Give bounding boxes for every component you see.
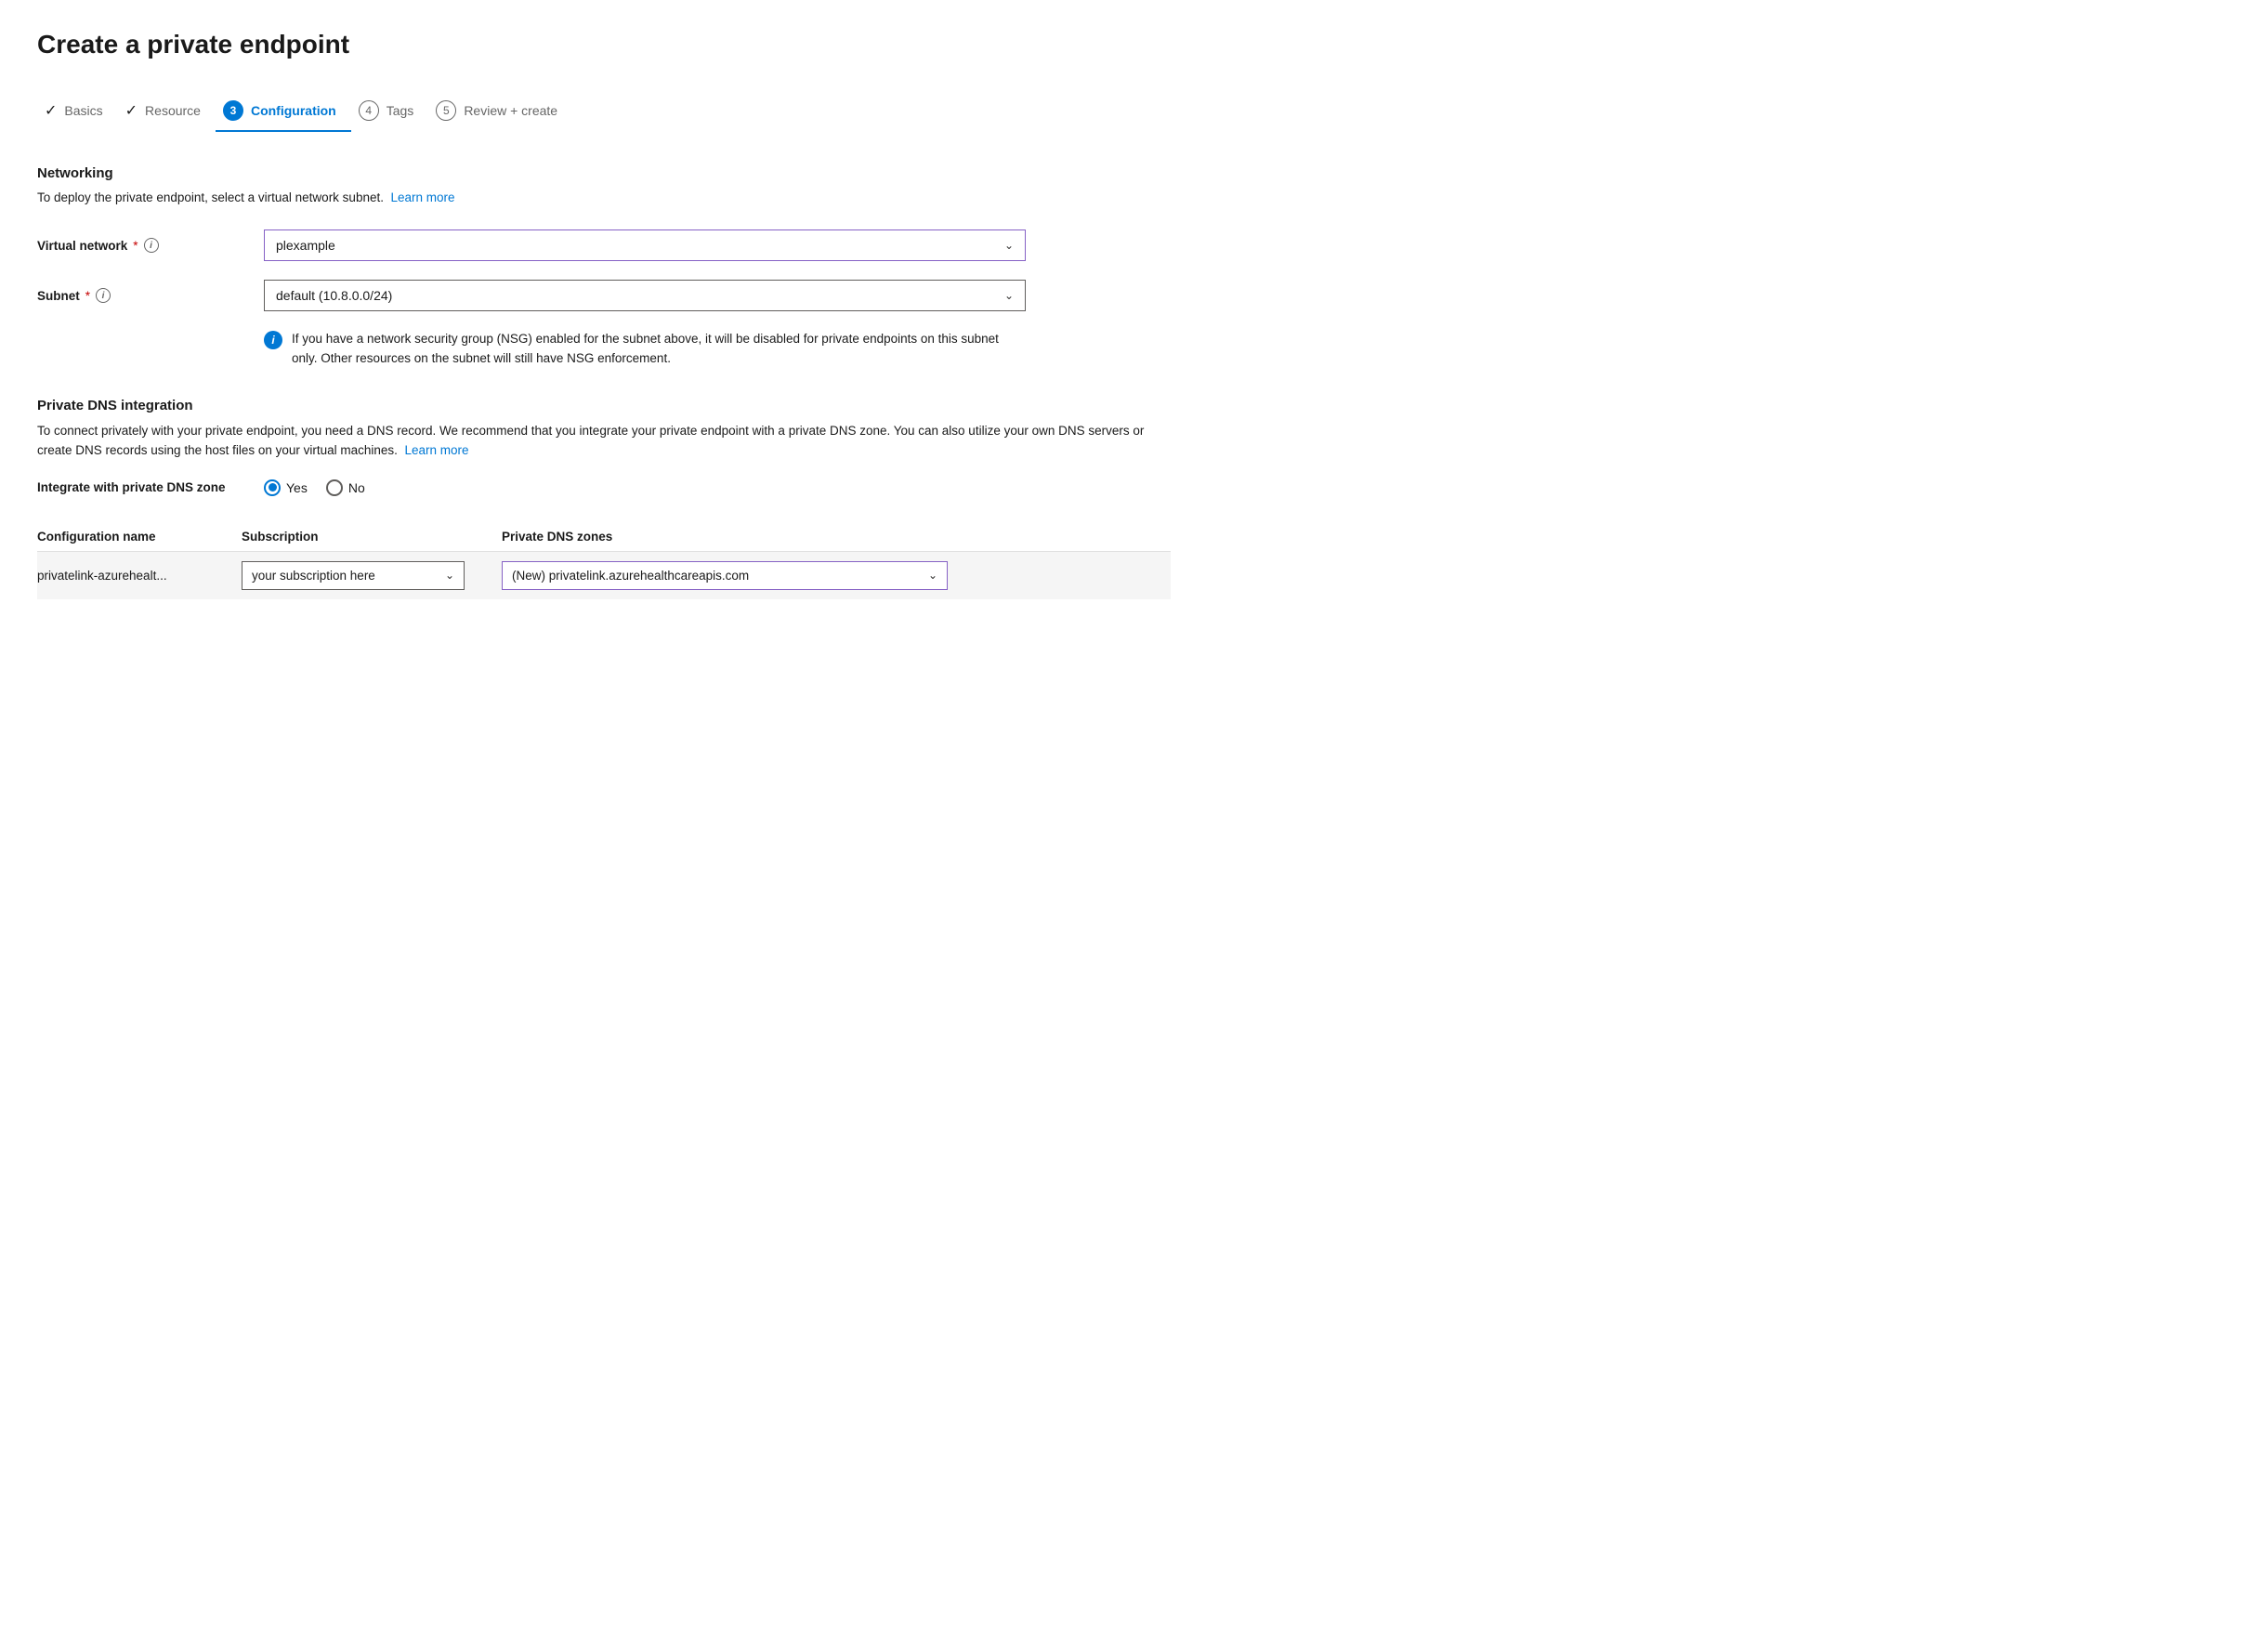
subscription-cell: your subscription here ⌄ [242, 551, 502, 599]
radio-yes-label: Yes [286, 480, 308, 495]
subnet-chevron-icon: ⌄ [1004, 289, 1014, 302]
subscription-value: your subscription here [252, 569, 375, 583]
dns-zone-value: (New) privatelink.azurehealthcareapis.co… [512, 569, 749, 583]
wizard-tabs: ✓ Basics ✓ Resource 3 Configuration 4 Ta… [37, 93, 1171, 132]
dns-section: Private DNS integration To connect priva… [37, 398, 1171, 599]
tab-basics-label: Basics [64, 103, 102, 118]
networking-description: To deploy the private endpoint, select a… [37, 189, 1171, 207]
tab-circle-5: 5 [436, 100, 456, 121]
tab-configuration[interactable]: 3 Configuration [216, 93, 351, 132]
tab-configuration-label: Configuration [251, 103, 336, 118]
dns-zone-dropdown[interactable]: (New) privatelink.azurehealthcareapis.co… [502, 561, 948, 590]
radio-no[interactable]: No [326, 479, 365, 496]
vnet-chevron-icon: ⌄ [1004, 239, 1014, 252]
dns-integrate-row: Integrate with private DNS zone Yes No [37, 479, 1171, 496]
nsg-info-icon: i [264, 331, 282, 349]
dns-table: Configuration name Subscription Private … [37, 522, 1171, 599]
nsg-notice-text: If you have a network security group (NS… [292, 330, 1026, 368]
virtual-network-row: Virtual network * i plexample ⌄ [37, 229, 1171, 261]
dns-section-title: Private DNS integration [37, 398, 1171, 413]
col-header-config-name: Configuration name [37, 522, 242, 552]
networking-section: Networking To deploy the private endpoin… [37, 165, 1171, 368]
tab-resource[interactable]: ✓ Resource [118, 94, 216, 131]
radio-no-outer [326, 479, 343, 496]
required-star-vnet: * [133, 239, 138, 253]
config-name-cell: privatelink-azurehealt... [37, 551, 242, 599]
integrate-dns-label: Integrate with private DNS zone [37, 480, 242, 494]
dns-learn-more[interactable]: Learn more [404, 443, 468, 457]
tab-review-label: Review + create [464, 103, 557, 118]
subscription-chevron-icon: ⌄ [445, 569, 454, 582]
dns-description: To connect privately with your private e… [37, 421, 1171, 461]
vnet-info-icon[interactable]: i [144, 238, 159, 253]
subnet-row: Subnet * i default (10.8.0.0/24) ⌄ [37, 280, 1171, 311]
tab-circle-4: 4 [359, 100, 379, 121]
networking-learn-more[interactable]: Learn more [391, 190, 455, 204]
virtual-network-dropdown[interactable]: plexample ⌄ [264, 229, 1026, 261]
col-header-dns-zones: Private DNS zones [502, 522, 1171, 552]
tab-circle-3: 3 [223, 100, 243, 121]
subnet-info-icon[interactable]: i [96, 288, 111, 303]
radio-yes-inner [269, 483, 277, 492]
page-title: Create a private endpoint [37, 30, 1171, 59]
checkmark-icon: ✓ [45, 101, 57, 120]
subscription-dropdown[interactable]: your subscription here ⌄ [242, 561, 465, 590]
table-row: privatelink-azurehealt... your subscript… [37, 551, 1171, 599]
radio-yes-outer [264, 479, 281, 496]
radio-no-label: No [348, 480, 365, 495]
tab-tags[interactable]: 4 Tags [351, 93, 429, 132]
col-header-subscription: Subscription [242, 522, 502, 552]
checkmark-icon-2: ✓ [125, 101, 138, 120]
networking-title: Networking [37, 165, 1171, 181]
tab-tags-label: Tags [387, 103, 414, 118]
tab-resource-label: Resource [145, 103, 201, 118]
virtual-network-value: plexample [276, 238, 335, 253]
dns-zone-chevron-icon: ⌄ [928, 569, 937, 582]
nsg-notice: i If you have a network security group (… [264, 330, 1026, 368]
virtual-network-label: Virtual network * i [37, 238, 242, 253]
subnet-dropdown[interactable]: default (10.8.0.0/24) ⌄ [264, 280, 1026, 311]
radio-yes[interactable]: Yes [264, 479, 308, 496]
dns-zone-cell: (New) privatelink.azurehealthcareapis.co… [502, 551, 1171, 599]
required-star-subnet: * [85, 289, 90, 303]
tab-basics[interactable]: ✓ Basics [37, 94, 118, 131]
subnet-value: default (10.8.0.0/24) [276, 288, 392, 303]
subnet-label: Subnet * i [37, 288, 242, 303]
tab-review[interactable]: 5 Review + create [428, 93, 572, 132]
